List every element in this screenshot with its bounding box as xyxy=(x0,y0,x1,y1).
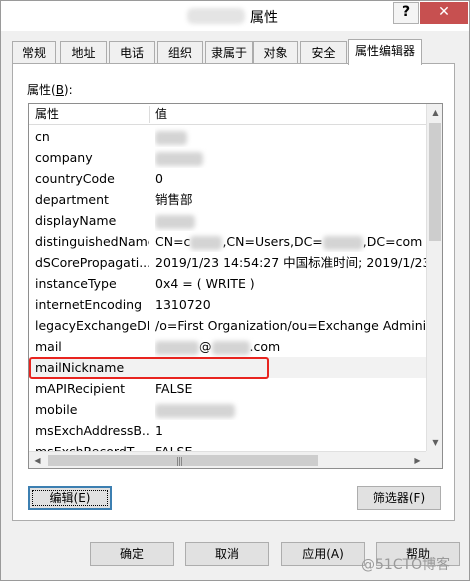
attribute-value: 2019/1/23 14:54:27 中国标准时间; 2019/1/23 14 xyxy=(155,255,426,270)
tab-security[interactable]: 安全 xyxy=(300,41,347,63)
attribute-value: 1310720 xyxy=(155,297,211,312)
attribute-name: mAPIRecipient xyxy=(35,381,126,396)
attribute-name: department xyxy=(35,192,109,207)
attribute-name: msExchAddressB... xyxy=(35,423,149,438)
column-header-value[interactable]: 值 xyxy=(149,104,419,125)
attribute-row[interactable]: mobile xyxy=(29,399,426,420)
attribute-value: 1 xyxy=(155,423,163,438)
help-title-button[interactable]: ? xyxy=(393,2,419,24)
attribute-name: company xyxy=(35,150,93,165)
attribute-row[interactable]: displayName xyxy=(29,210,426,231)
attribute-value: /o=First Organization/ou=Exchange Admini… xyxy=(155,318,426,333)
scrollbar-corner xyxy=(426,451,442,468)
attribute-name: instanceType xyxy=(35,276,117,291)
attribute-row[interactable]: mAPIRecipient FALSE xyxy=(29,378,426,399)
filter-button[interactable]: 筛选器(F) xyxy=(357,486,441,510)
focus-rectangle xyxy=(32,490,108,506)
attribute-value: 0x4 = ( WRITE ) xyxy=(155,276,255,291)
attribute-value: CN=c ,CN=Users,DC= ,DC=com xyxy=(155,234,423,250)
watermark: @51CTO博客 xyxy=(361,557,451,573)
scroll-up-arrow-icon[interactable]: ▲ xyxy=(427,104,442,121)
properties-dialog: 属性 ? ✕ 常规 地址 电话 组织 隶属于 对象 安全 属性编辑器 属性(B)… xyxy=(0,0,470,581)
attribute-name: mobile xyxy=(35,402,78,417)
tab-organization[interactable]: 组织 xyxy=(157,41,203,63)
attribute-value xyxy=(155,126,426,147)
redacted-value xyxy=(155,151,203,166)
redacted-value xyxy=(155,130,187,145)
attribute-value xyxy=(155,147,426,168)
redacted-title-name xyxy=(187,8,245,24)
attribute-row[interactable]: countryCode 0 xyxy=(29,168,426,189)
attribute-value: 销售部 xyxy=(155,192,193,207)
attribute-row[interactable]: internetEncoding 1310720 xyxy=(29,294,426,315)
attribute-row[interactable]: instanceType 0x4 = ( WRITE ) xyxy=(29,273,426,294)
tab-attribute-editor[interactable]: 属性编辑器 xyxy=(348,39,422,65)
highlight-box xyxy=(29,357,269,379)
horizontal-scrollbar[interactable]: ◀ ||| ▶ xyxy=(29,451,426,468)
redacted-value xyxy=(155,403,235,418)
redacted-value xyxy=(155,214,195,229)
title-bar[interactable]: 属性 ? ✕ xyxy=(1,1,469,31)
attribute-value: @ .com xyxy=(155,336,426,357)
redacted-value xyxy=(190,235,223,250)
list-header: 属性 值 xyxy=(29,104,426,125)
attribute-row[interactable]: legacyExchangeDN /o=First Organization/o… xyxy=(29,315,426,336)
edit-button[interactable]: 编辑(E) xyxy=(28,486,112,510)
attribute-name: mail xyxy=(35,339,62,354)
cancel-button[interactable]: 取消 xyxy=(185,542,269,566)
tab-object[interactable]: 对象 xyxy=(253,41,298,63)
attribute-name: displayName xyxy=(35,213,117,228)
grip-icon: ||| xyxy=(176,457,183,467)
apply-button[interactable]: 应用(A) xyxy=(281,542,365,566)
attribute-list[interactable]: 属性 值 cn company countryCode 0 department… xyxy=(28,103,443,469)
attribute-row[interactable]: department 销售部 xyxy=(29,189,426,210)
tab-telephones[interactable]: 电话 xyxy=(109,41,155,63)
attribute-row[interactable]: company xyxy=(29,147,426,168)
scroll-left-arrow-icon[interactable]: ◀ xyxy=(29,452,46,468)
tab-general[interactable]: 常规 xyxy=(12,41,56,63)
attribute-row[interactable]: dSCorePropagati... 2019/1/23 14:54:27 中国… xyxy=(29,252,426,273)
attribute-row[interactable]: msExchAddressB... 1 xyxy=(29,420,426,441)
scroll-down-arrow-icon[interactable]: ▼ xyxy=(427,434,442,451)
attribute-row[interactable]: mail @ .com xyxy=(29,336,426,357)
attributes-label: 属性(B): xyxy=(27,83,73,97)
redacted-value xyxy=(322,235,363,250)
attribute-name: cn xyxy=(35,129,50,144)
attribute-name: internetEncoding xyxy=(35,297,143,312)
redacted-value xyxy=(211,340,250,355)
ok-button[interactable]: 确定 xyxy=(90,542,174,566)
redacted-value xyxy=(155,340,199,355)
window-title: 属性 xyxy=(250,10,278,26)
vertical-scroll-thumb[interactable] xyxy=(429,123,441,241)
attribute-name: dSCorePropagati... xyxy=(35,255,149,270)
attribute-row[interactable]: cn xyxy=(29,126,426,147)
horizontal-scroll-thumb[interactable]: ||| xyxy=(48,455,318,467)
scroll-right-arrow-icon[interactable]: ▶ xyxy=(409,452,426,468)
attribute-value: FALSE xyxy=(155,381,193,396)
vertical-scrollbar[interactable]: ▲ ▼ xyxy=(426,104,442,451)
tab-member-of[interactable]: 隶属于 xyxy=(205,41,253,63)
attribute-row[interactable]: distinguishedName CN=c ,CN=Users,DC= ,DC=c… xyxy=(29,231,426,252)
attribute-name: legacyExchangeDN xyxy=(35,318,149,333)
close-button[interactable]: ✕ xyxy=(420,2,468,24)
attribute-name: distinguishedName xyxy=(35,234,149,249)
tab-address[interactable]: 地址 xyxy=(60,41,107,63)
attribute-value xyxy=(155,399,426,420)
attribute-value: 0 xyxy=(155,171,163,186)
attribute-name: countryCode xyxy=(35,171,115,186)
column-header-attribute[interactable]: 属性 xyxy=(29,104,149,125)
attribute-value xyxy=(155,210,426,231)
